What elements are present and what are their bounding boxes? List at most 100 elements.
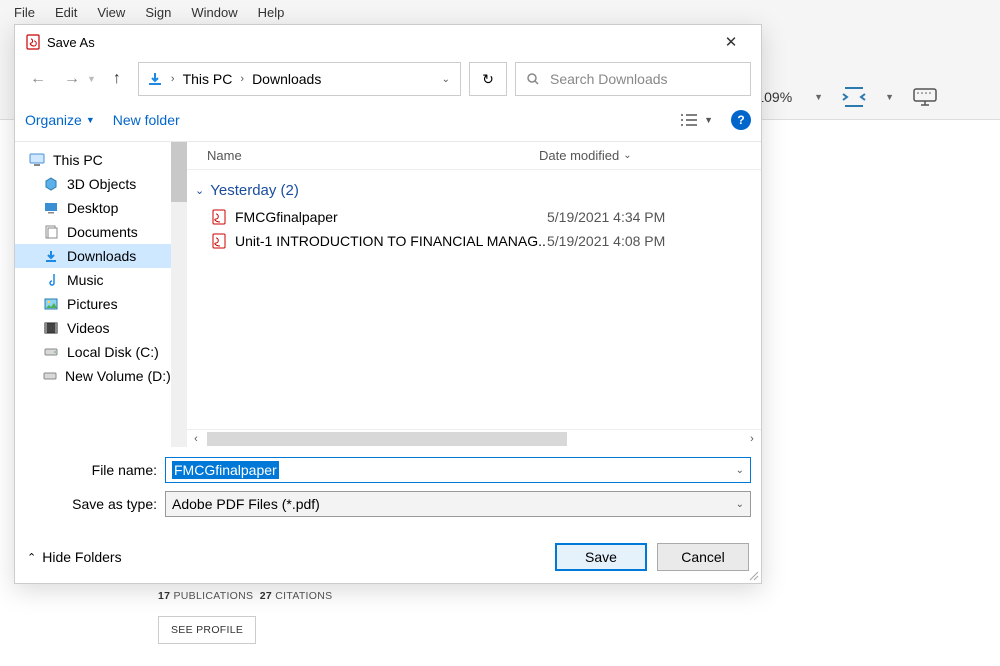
save-as-dialog: Save As ✕ ← → ▼ ↑ › This PC › Downloads …	[14, 24, 762, 584]
tree-videos[interactable]: Videos	[15, 316, 187, 340]
savetype-value: Adobe PDF Files (*.pdf)	[172, 496, 320, 512]
file-date: 5/19/2021 4:08 PM	[547, 233, 665, 249]
new-folder-button[interactable]: New folder	[113, 112, 180, 128]
tree-pictures[interactable]: Pictures	[15, 292, 187, 316]
search-input[interactable]: Search Downloads	[515, 62, 751, 96]
save-button[interactable]: Save	[555, 543, 647, 571]
chevron-up-icon: ⌃	[27, 551, 36, 564]
tree-documents[interactable]: Documents	[15, 220, 187, 244]
zoom-dropdown-icon[interactable]: ▼	[814, 92, 823, 102]
refresh-icon[interactable]: ↻	[469, 62, 507, 96]
scroll-right-icon[interactable]: ›	[743, 433, 761, 445]
tree-label: Desktop	[67, 200, 118, 216]
form-area: File name: FMCGfinalpaper ⌄ Save as type…	[15, 447, 761, 529]
pdf-icon	[25, 34, 41, 50]
crumb-downloads[interactable]: Downloads	[252, 71, 321, 87]
chevron-right-icon[interactable]: ›	[169, 73, 177, 85]
pictures-icon	[43, 296, 59, 312]
tree-downloads[interactable]: Downloads	[15, 244, 187, 268]
dialog-toolbar: Organize ▼ New folder ▼ ?	[15, 99, 761, 141]
scroll-left-icon[interactable]: ‹	[187, 433, 205, 445]
sort-desc-icon: ⌄	[623, 150, 631, 161]
menu-file[interactable]: File	[4, 3, 45, 22]
see-profile-button[interactable]: SEE PROFILE	[158, 616, 256, 644]
hide-folders-button[interactable]: ⌃ Hide Folders	[27, 549, 122, 565]
author-stats: 17 PUBLICATIONS 27 CITATIONS	[158, 590, 332, 602]
cube-icon	[43, 176, 59, 192]
desktop-icon	[43, 200, 59, 216]
close-icon[interactable]: ✕	[711, 27, 751, 57]
menu-sign[interactable]: Sign	[135, 3, 181, 22]
resize-grip-icon[interactable]	[747, 569, 759, 581]
pc-icon	[29, 152, 45, 168]
app-menubar: File Edit View Sign Window Help	[0, 0, 1000, 24]
savetype-select[interactable]: Adobe PDF Files (*.pdf) ⌄	[165, 491, 751, 517]
file-row[interactable]: Unit-1 INTRODUCTION TO FINANCIAL MANAG..…	[187, 229, 761, 253]
menu-help[interactable]: Help	[248, 3, 295, 22]
col-date[interactable]: Date modified⌄	[539, 148, 761, 163]
chevron-down-icon: ▼	[86, 115, 95, 125]
file-list[interactable]: ⌄ Yesterday (2) FMCGfinalpaper 5/19/2021…	[187, 170, 761, 429]
file-area: Name Date modified⌄ ⌄ Yesterday (2) FMCG…	[187, 142, 761, 447]
filename-input[interactable]: FMCGfinalpaper ⌄	[165, 457, 751, 483]
organize-button[interactable]: Organize ▼	[25, 112, 95, 128]
fit-width-icon[interactable]	[839, 82, 869, 112]
downloads-folder-icon	[147, 71, 163, 87]
zoom-controls: 109% ▼ ▼	[756, 82, 940, 112]
tree-label: Documents	[67, 224, 138, 240]
chevron-down-icon[interactable]: ⌄	[736, 465, 744, 476]
breadcrumb[interactable]: › This PC › Downloads ⌄	[138, 62, 461, 96]
tree-new-volume-d[interactable]: New Volume (D:)⌄	[15, 364, 187, 388]
tree-label: New Volume (D:)	[65, 368, 171, 384]
tree-label: Downloads	[67, 248, 136, 264]
filename-value: FMCGfinalpaper	[172, 461, 279, 479]
menu-view[interactable]: View	[87, 3, 135, 22]
drive-icon	[43, 368, 57, 384]
tree-scrollbar[interactable]	[171, 142, 187, 447]
chevron-down-icon: ⌄	[195, 184, 204, 197]
chevron-right-icon[interactable]: ›	[238, 73, 246, 85]
videos-icon	[43, 320, 59, 336]
back-icon[interactable]: ←	[25, 66, 51, 92]
search-placeholder: Search Downloads	[550, 71, 668, 87]
col-name[interactable]: Name	[187, 148, 539, 163]
nav-tree[interactable]: This PC 3D Objects Desktop Documents Dow…	[15, 142, 187, 447]
tree-label: Music	[67, 272, 104, 288]
pdf-icon	[211, 233, 227, 249]
tree-3d-objects[interactable]: 3D Objects	[15, 172, 187, 196]
file-row[interactable]: FMCGfinalpaper 5/19/2021 4:34 PM	[187, 205, 761, 229]
savetype-label: Save as type:	[25, 496, 165, 512]
chevron-down-icon[interactable]: ⌄	[736, 499, 744, 510]
tree-desktop[interactable]: Desktop	[15, 196, 187, 220]
view-mode-icon[interactable]: ▼	[680, 113, 713, 127]
column-headers[interactable]: Name Date modified⌄	[187, 142, 761, 170]
group-header[interactable]: ⌄ Yesterday (2)	[187, 176, 761, 205]
music-icon	[43, 272, 59, 288]
help-icon[interactable]: ?	[731, 110, 751, 130]
keyboard-icon[interactable]	[910, 82, 940, 112]
tree-this-pc[interactable]: This PC	[15, 148, 187, 172]
menu-window[interactable]: Window	[181, 3, 247, 22]
file-name: Unit-1 INTRODUCTION TO FINANCIAL MANAG..…	[235, 233, 547, 249]
documents-icon	[43, 224, 59, 240]
dialog-titlebar: Save As ✕	[15, 25, 761, 59]
zoom-value: 109%	[756, 89, 798, 105]
dialog-title: Save As	[47, 35, 711, 50]
downloads-icon	[43, 248, 59, 264]
button-row: ⌃ Hide Folders Save Cancel	[15, 529, 761, 583]
horizontal-scrollbar[interactable]: ‹ ›	[187, 429, 761, 447]
chevron-down-icon[interactable]: ⌄	[440, 74, 452, 85]
cancel-button[interactable]: Cancel	[657, 543, 749, 571]
history-dropdown-icon[interactable]: ▼	[87, 74, 96, 84]
fit-dropdown-icon[interactable]: ▼	[885, 92, 894, 102]
filename-label: File name:	[25, 462, 165, 478]
up-icon[interactable]: ↑	[104, 66, 130, 92]
crumb-this-pc[interactable]: This PC	[183, 71, 233, 87]
file-name: FMCGfinalpaper	[235, 209, 338, 225]
menu-edit[interactable]: Edit	[45, 3, 87, 22]
tree-label: Videos	[67, 320, 110, 336]
tree-label: This PC	[53, 152, 103, 168]
tree-music[interactable]: Music	[15, 268, 187, 292]
group-label: Yesterday (2)	[210, 182, 299, 199]
tree-local-disk-c[interactable]: Local Disk (C:)	[15, 340, 187, 364]
